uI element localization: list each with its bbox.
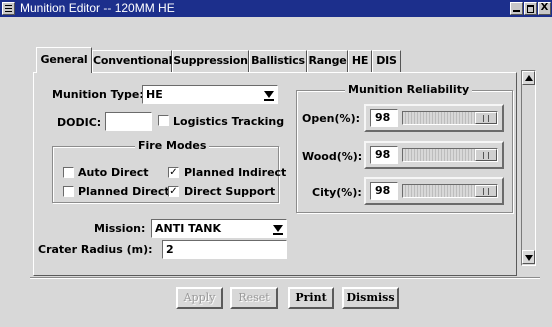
open-reliability-value[interactable]: 98 xyxy=(370,109,398,127)
auto-direct-checkbox[interactable] xyxy=(63,167,74,178)
munition-type-select[interactable]: HE xyxy=(142,85,278,104)
auto-direct-label: Auto Direct xyxy=(78,166,149,179)
city-reliability-slider[interactable] xyxy=(402,184,498,198)
mission-select[interactable]: ANTI TANK xyxy=(151,219,287,238)
planned-indirect-checkbox[interactable]: ✓ xyxy=(168,167,179,178)
planned-direct-label: Planned Direct xyxy=(78,185,170,198)
city-slider-thumb[interactable] xyxy=(475,185,497,197)
planned-direct-checkbox[interactable] xyxy=(63,186,74,197)
arrow-down-icon xyxy=(525,255,533,261)
crater-radius-field[interactable]: 2 xyxy=(162,240,287,259)
fire-modes-title: Fire Modes xyxy=(135,139,210,152)
crater-radius-label: Crater Radius (m): xyxy=(38,243,153,256)
dodic-field[interactable] xyxy=(105,112,152,131)
check-icon: ✓ xyxy=(169,186,178,197)
tab-ballistics[interactable]: Ballistics xyxy=(249,50,307,72)
tab-dis[interactable]: DIS xyxy=(372,50,401,72)
city-reliability-label: City(%): xyxy=(312,186,362,199)
open-reliability-slider[interactable] xyxy=(402,111,498,125)
tab-suppression[interactable]: Suppression xyxy=(172,50,249,72)
open-slider-thumb[interactable] xyxy=(475,112,497,124)
maximize-button[interactable] xyxy=(524,2,537,15)
tab-range[interactable]: Range xyxy=(307,50,348,72)
wood-reliability-value[interactable]: 98 xyxy=(370,146,398,164)
logistics-tracking-label: Logistics Tracking xyxy=(173,115,285,128)
wood-slider-thumb[interactable] xyxy=(475,149,497,161)
vertical-scrollbar[interactable] xyxy=(521,70,536,266)
munition-type-value: HE xyxy=(146,88,163,101)
minimize-button[interactable] xyxy=(510,2,523,15)
munition-type-label: Munition Type: xyxy=(52,88,144,101)
open-reliability-label: Open(%): xyxy=(302,112,360,125)
tab-conventional[interactable]: Conventional xyxy=(92,50,172,72)
wood-reliability-slider[interactable] xyxy=(402,148,498,162)
planned-indirect-label: Planned Indirect xyxy=(184,166,287,179)
wood-reliability-label: Wood(%): xyxy=(302,150,363,163)
mission-value: ANTI TANK xyxy=(155,222,222,235)
apply-button[interactable]: Apply xyxy=(176,287,223,309)
scroll-up-button[interactable] xyxy=(522,71,535,85)
chevron-down-icon xyxy=(264,91,274,98)
scroll-down-button[interactable] xyxy=(522,250,535,264)
print-button[interactable]: Print xyxy=(288,287,334,309)
window-title: Munition Editor -- 120MM HE xyxy=(20,1,175,15)
dodic-label: DODIC: xyxy=(57,116,102,129)
close-button[interactable]: X xyxy=(538,2,551,15)
dismiss-button[interactable]: Dismiss xyxy=(342,287,399,309)
chevron-down-icon xyxy=(273,225,283,232)
check-icon: ✓ xyxy=(169,167,178,178)
direct-support-checkbox[interactable]: ✓ xyxy=(168,186,179,197)
reset-button[interactable]: Reset xyxy=(230,287,278,309)
tab-he[interactable]: HE xyxy=(348,50,372,72)
separator xyxy=(30,277,540,279)
arrow-up-icon xyxy=(525,75,533,81)
munition-reliability-title: Munition Reliability xyxy=(345,83,473,96)
mission-label: Mission: xyxy=(94,222,146,235)
logistics-tracking-checkbox[interactable] xyxy=(158,115,169,126)
direct-support-label: Direct Support xyxy=(184,185,276,198)
tab-general[interactable]: General xyxy=(36,47,92,73)
window-menu-icon[interactable] xyxy=(2,2,15,15)
city-reliability-value[interactable]: 98 xyxy=(370,182,398,200)
